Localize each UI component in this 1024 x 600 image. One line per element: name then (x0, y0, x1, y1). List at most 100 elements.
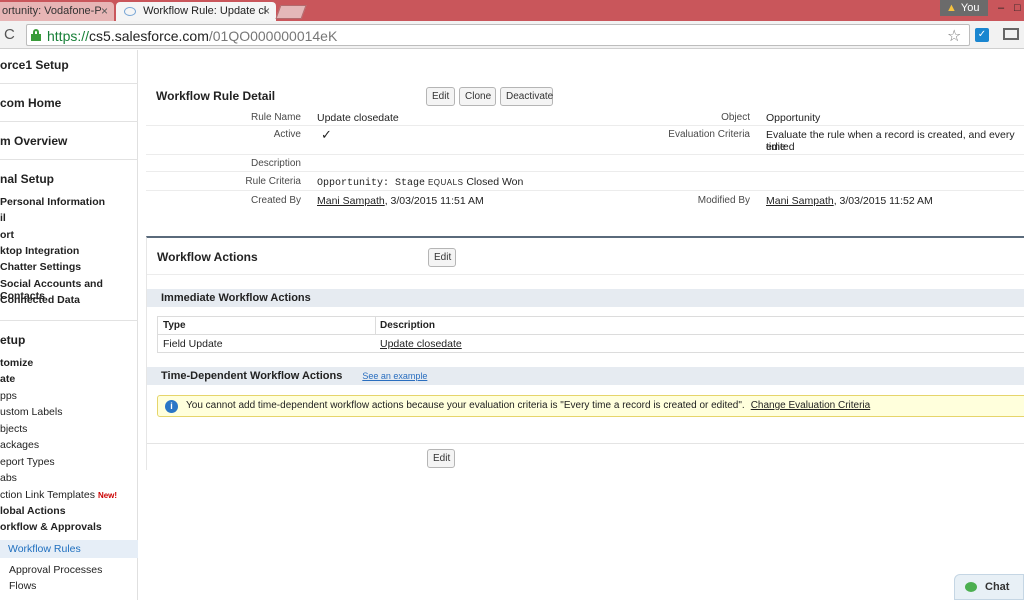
profile-badge[interactable]: ▲ You (940, 0, 988, 16)
workflow-actions-title: Workflow Actions (157, 250, 258, 264)
table-row-description-link[interactable]: Update closedate (380, 338, 462, 350)
close-icon[interactable]: × (263, 4, 270, 18)
warning-icon: ▲ (946, 2, 957, 14)
active-check-icon: ✓ (321, 127, 332, 142)
immediate-actions-header: Immediate Workflow Actions (147, 289, 1024, 307)
cast-icon[interactable] (1003, 28, 1019, 40)
url-field[interactable]: https://cs5.salesforce.com/01QO000000014… (26, 24, 970, 46)
divider (146, 125, 1024, 126)
close-icon[interactable]: × (101, 4, 108, 18)
sidebar-item-apps[interactable]: pps (0, 390, 138, 402)
divider (0, 320, 138, 321)
profile-label: You (960, 2, 980, 14)
rule-name-label: Rule Name (250, 112, 301, 123)
sidebar-item-connected-data[interactable]: Connected Data (0, 294, 138, 306)
clone-button[interactable]: Clone (459, 87, 496, 106)
sidebar-item-import[interactable]: ort (0, 229, 138, 241)
sidebar-item-chatter-settings[interactable]: Chatter Settings (0, 261, 138, 273)
evaluation-criteria-value-line1: Evaluate the rule when a record is creat… (766, 129, 1015, 153)
sidebar-section-personal-setup[interactable]: nal Setup (0, 172, 138, 186)
sidebar-item-packages[interactable]: ackages (0, 439, 138, 451)
divider (146, 190, 1024, 191)
divider (0, 159, 138, 160)
description-label: Description (250, 158, 301, 169)
time-dependent-header: Time-Dependent Workflow Actions See an ex… (147, 367, 1024, 385)
sidebar-item-global-actions[interactable]: lobal Actions (0, 505, 138, 517)
tab-label: ortunity: Vodafone-P (2, 5, 102, 17)
divider (0, 83, 138, 84)
sidebar-item-tabs[interactable]: abs (0, 472, 138, 484)
new-tab-button[interactable] (275, 5, 307, 19)
sidebar-item-workflow-rules[interactable]: Workflow Rules (0, 540, 138, 558)
actions-footer: Edit (147, 443, 1024, 471)
detail-title: Workflow Rule Detail (156, 89, 276, 103)
sidebar-item-email[interactable]: il (0, 212, 138, 224)
sidebar-item-label: ction Link Templates (0, 489, 95, 501)
see-example-link[interactable]: See an example (362, 371, 427, 381)
sidebar-item-personal-information[interactable]: Personal Information (0, 196, 138, 208)
reload-icon[interactable]: C (4, 26, 15, 43)
browser-tab-bar: ortunity: Vodafone-P × Workflow Rule: Up… (0, 0, 1024, 21)
chat-label: Chat (985, 581, 1010, 593)
modified-by-user-link[interactable]: Mani Sampath (766, 195, 834, 207)
divider (146, 171, 1024, 172)
created-by-user-link[interactable]: Mani Sampath (317, 195, 385, 207)
sidebar-section-home[interactable]: com Home (0, 96, 138, 110)
created-by-label: Created By (250, 195, 301, 206)
main-content: Workflow Rule Detail Edit Clone Deactiva… (140, 50, 1024, 600)
sidebar-item-objects[interactable]: bjects (0, 423, 138, 435)
maximize-icon[interactable]: □ (1014, 2, 1021, 14)
address-bar: C https://cs5.salesforce.com/01QO0000000… (0, 21, 1024, 49)
info-icon: i (165, 400, 178, 413)
modified-by-value: Mani Sampath, 3/03/2015 11:52 AM (766, 195, 933, 207)
sidebar-section-overview[interactable]: m Overview (0, 134, 138, 148)
sidebar-item-custom-labels[interactable]: ustom Labels (0, 406, 138, 418)
modified-by-label: Modified By (697, 195, 750, 206)
time-dependent-title: Time-Dependent Workflow Actions (161, 370, 343, 382)
divider (146, 154, 1024, 155)
sidebar-item-flows[interactable]: Flows (0, 580, 138, 592)
sidebar-item-desktop-integration[interactable]: ktop Integration (0, 245, 138, 257)
evaluation-criteria-label: Evaluation Criteria (668, 129, 750, 140)
sidebar-item-approval-processes[interactable]: Approval Processes (0, 564, 138, 576)
divider (375, 317, 376, 334)
info-message: i You cannot add time-dependent workflow… (157, 395, 1024, 417)
cloud-icon (124, 6, 136, 16)
url-text: https://cs5.salesforce.com/01QO000000014… (47, 28, 338, 44)
table-row-type: Field Update (163, 338, 223, 350)
sidebar-item-action-link-templates[interactable]: ction Link Templates New! (0, 489, 138, 501)
bookmark-star-icon[interactable]: ☆ (947, 26, 961, 46)
active-label: Active (273, 129, 301, 140)
created-by-value: Mani Sampath, 3/03/2015 11:51 AM (317, 195, 484, 207)
divider (158, 334, 1024, 335)
sidebar-item-customize[interactable]: tomize (0, 357, 138, 369)
new-badge: New! (97, 491, 118, 500)
edit-button[interactable]: Edit (426, 87, 455, 106)
workflow-actions-panel: Workflow Actions Edit Immediate Workflow… (146, 236, 1024, 470)
browser-tab-opportunity[interactable]: ortunity: Vodafone-P × (0, 2, 114, 21)
immediate-actions-table: Type Description Field Update Update clo… (157, 316, 1024, 353)
lock-icon (31, 29, 41, 41)
minimize-icon[interactable]: – (998, 2, 1004, 14)
column-header-type: Type (163, 320, 186, 331)
object-label: Object (721, 112, 750, 123)
browser-tab-workflow-rule[interactable]: Workflow Rule: Update cl × (116, 2, 276, 21)
column-header-description: Description (380, 320, 436, 331)
sidebar-section-force1[interactable]: orce1 Setup (0, 58, 138, 72)
rule-criteria-label: Rule Criteria (245, 176, 301, 187)
change-evaluation-criteria-link[interactable]: Change Evaluation Criteria (751, 400, 871, 411)
extension-check-icon[interactable]: ✓ (975, 28, 989, 42)
actions-edit-button[interactable]: Edit (428, 248, 456, 267)
sidebar-item-create[interactable]: ate (0, 373, 138, 385)
sidebar-item-workflow-approvals[interactable]: orkflow & Approvals (0, 521, 138, 533)
bottom-edit-button[interactable]: Edit (427, 449, 455, 468)
deactivate-button[interactable]: Deactivate (500, 87, 553, 106)
tab-label: Workflow Rule: Update cl (143, 5, 267, 17)
sidebar-item-report-types[interactable]: eport Types (0, 456, 138, 468)
chat-button[interactable]: Chat (954, 574, 1024, 600)
rule-name-value: Update closedate (317, 112, 399, 124)
sidebar-section-app-setup[interactable]: etup (0, 333, 138, 347)
chat-icon (965, 582, 977, 592)
rule-criteria-value: Opportunity: Stage EQUALS Closed Won (317, 176, 524, 189)
object-value: Opportunity (766, 112, 821, 124)
